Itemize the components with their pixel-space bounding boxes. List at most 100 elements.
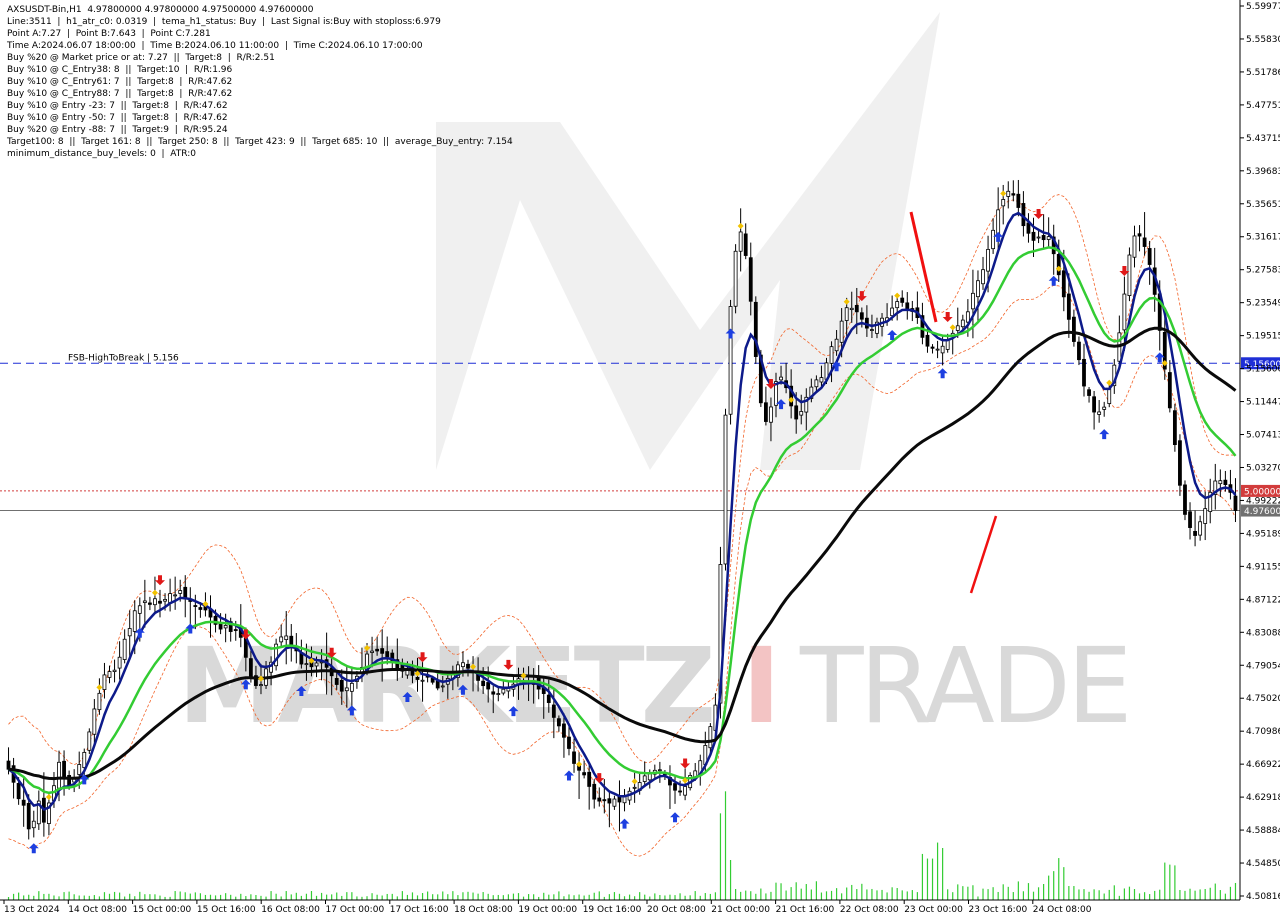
candle-body xyxy=(708,726,713,749)
signal-diamond-icon xyxy=(1055,265,1062,272)
candle-body xyxy=(678,790,682,793)
price-tick-label: 5.51786 xyxy=(1246,68,1280,78)
volume-bar xyxy=(750,891,752,900)
volume-bar xyxy=(896,888,898,900)
time-tick-label: 15 Oct 00:00 xyxy=(133,905,192,915)
volume-bar xyxy=(997,891,999,900)
volume-bar xyxy=(871,888,873,900)
volume-bar xyxy=(240,893,242,900)
time-tick-label: 19 Oct 16:00 xyxy=(583,905,642,915)
volume-bar xyxy=(1219,890,1221,900)
price-tick-label: 5.35651 xyxy=(1246,200,1280,210)
volume-bar xyxy=(331,894,333,900)
volume-bar xyxy=(341,895,343,900)
volume-bar xyxy=(416,895,419,900)
volume-bar xyxy=(1022,891,1025,900)
signal-diamond-icon xyxy=(631,778,638,785)
candle-body xyxy=(743,233,748,256)
candle-body xyxy=(223,625,228,629)
volume-bar xyxy=(1143,892,1146,900)
volume-bar xyxy=(765,893,767,900)
candle-body xyxy=(890,307,895,317)
price-tick-label: 5.47751 xyxy=(1246,101,1280,111)
signal-diamond-icon xyxy=(576,761,583,768)
candle-body xyxy=(829,346,834,364)
volume-bar xyxy=(1073,886,1075,900)
volume-bar xyxy=(1174,865,1176,900)
volume-bar xyxy=(846,887,848,900)
volume-bar xyxy=(366,896,368,900)
candle-body xyxy=(122,638,127,660)
candle-body xyxy=(1006,190,1011,197)
volume-bar xyxy=(608,894,610,900)
volume-bar xyxy=(830,890,833,900)
volume-bar xyxy=(174,891,176,900)
buy-arrow-icon xyxy=(1048,275,1059,286)
time-tick-label: 22 Oct 08:00 xyxy=(840,905,899,915)
volume-bar xyxy=(189,893,191,900)
info-line: Point A:7.27 | Point B:7.643 | Point C:7… xyxy=(7,29,211,39)
volume-bar xyxy=(921,853,924,900)
volume-bar xyxy=(280,896,282,900)
volume-bar xyxy=(1138,893,1141,900)
info-line: Line:3511 | h1_atr_c0: 0.0319 | tema_h1_… xyxy=(7,17,441,27)
candle-body xyxy=(153,598,157,606)
volume-bar xyxy=(38,891,40,900)
volume-bar xyxy=(835,888,838,900)
candle-body xyxy=(1142,237,1147,247)
candle-body xyxy=(1016,193,1021,208)
candle-body xyxy=(1036,236,1041,239)
candle-body xyxy=(551,704,556,718)
chart-window: MARKETZ I TRADE FSB-HighToBreak | 5.156 5.1… xyxy=(0,0,1280,920)
candle-body xyxy=(1066,293,1071,320)
sell-arrow-icon xyxy=(942,312,953,323)
candle-body xyxy=(556,718,561,727)
volume-bar xyxy=(689,895,691,900)
candle-body xyxy=(1218,480,1223,485)
candle-body xyxy=(1193,530,1197,536)
volume-bar xyxy=(477,893,479,900)
candle-body xyxy=(683,786,688,796)
candle-body xyxy=(501,688,506,694)
volume-bar xyxy=(230,894,232,900)
time-tick-label: 18 Oct 08:00 xyxy=(454,905,513,915)
candle-body xyxy=(1132,235,1137,258)
price-tick-label: 5.31617 xyxy=(1246,233,1280,243)
volume-bar xyxy=(371,893,373,900)
volume-bar xyxy=(1229,886,1232,900)
candle-body xyxy=(945,339,950,350)
candle-body xyxy=(466,663,470,669)
volume-bar xyxy=(1214,883,1216,900)
volume-bar xyxy=(310,891,313,900)
candle-body xyxy=(178,590,183,594)
price-tick-label: 4.95189 xyxy=(1246,529,1280,539)
buy-arrow-icon xyxy=(670,812,681,823)
candle-body xyxy=(935,348,940,351)
volume-bar xyxy=(699,895,701,900)
volume-bar xyxy=(866,889,868,900)
candle-body xyxy=(481,680,486,687)
candle-body xyxy=(1203,508,1208,524)
price-badge-text-current-price: 4.97600 xyxy=(1244,507,1280,517)
candle-body xyxy=(1122,293,1127,331)
candle-body xyxy=(617,796,622,803)
time-tick-label: 21 Oct 00:00 xyxy=(711,905,770,915)
volume-bar xyxy=(674,895,676,900)
volume-bar xyxy=(285,891,287,900)
volume-bar xyxy=(1164,862,1166,900)
time-tick-label: 16 Oct 08:00 xyxy=(261,905,320,915)
volume-bar xyxy=(512,893,515,900)
volume-bar xyxy=(432,894,434,900)
volume-bar xyxy=(300,895,302,900)
volume-bar xyxy=(1133,889,1136,900)
volume-bar xyxy=(740,891,742,900)
volume-bar xyxy=(1063,867,1065,900)
volume-bar xyxy=(664,895,666,900)
volume-bar xyxy=(861,883,863,900)
candle-body xyxy=(1072,316,1076,342)
candle-body xyxy=(415,676,420,680)
volume-bar xyxy=(204,894,207,900)
volume-bar xyxy=(548,894,550,900)
signal-diamond-icon xyxy=(737,222,744,229)
candle-body xyxy=(965,311,970,323)
